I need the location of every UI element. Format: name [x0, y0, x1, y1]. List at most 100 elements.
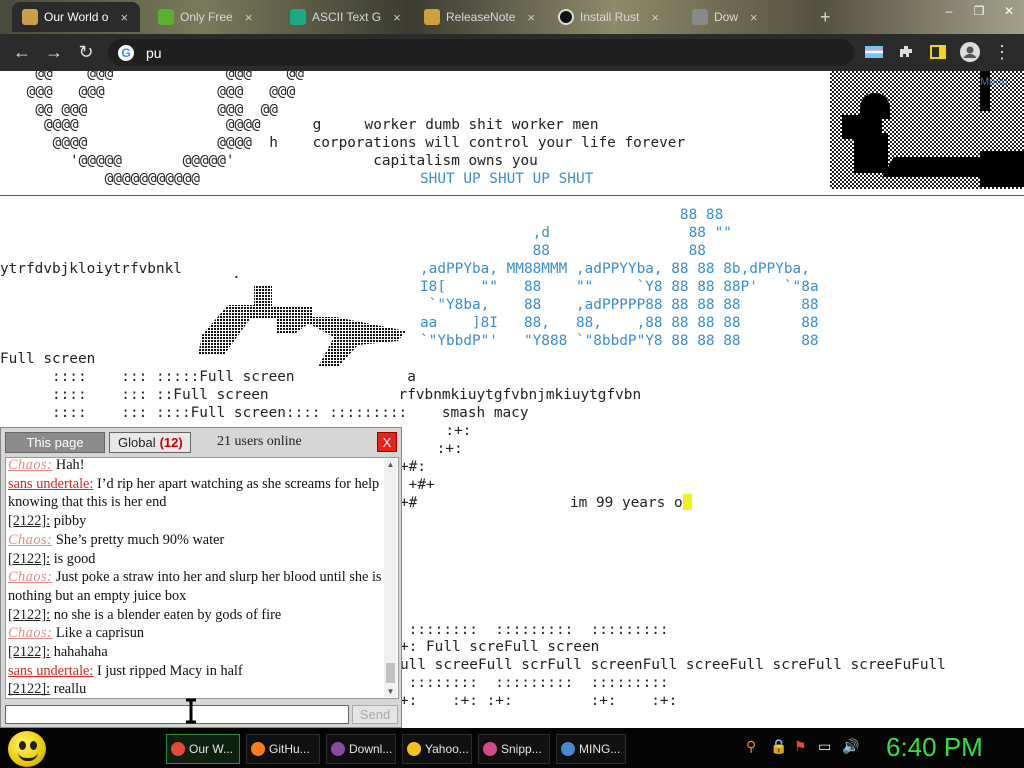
- close-chat-button[interactable]: X: [377, 432, 397, 452]
- scroll-up-icon[interactable]: ▲: [384, 459, 397, 470]
- extensions-puzzle-icon[interactable]: [894, 40, 918, 64]
- tab-title: Our World o: [44, 10, 109, 24]
- close-tab-icon[interactable]: ×: [245, 10, 253, 25]
- message-list[interactable]: Chaos: Hah! sans undertale: I’d rip her a…: [5, 457, 399, 699]
- reading-list-icon[interactable]: [926, 40, 950, 64]
- menu-button[interactable]: Menu: [980, 73, 1008, 91]
- ascii-line: +#: [400, 495, 418, 511]
- ascii-art-line: @@@@ @@@@ h corporations will control yo…: [18, 135, 686, 151]
- start-button-smiley-icon[interactable]: [8, 731, 46, 767]
- maximize-button[interactable]: ❐: [964, 0, 994, 22]
- new-tab-button[interactable]: +: [810, 2, 840, 32]
- close-tab-icon[interactable]: ×: [651, 10, 659, 25]
- network-icon[interactable]: ▭: [818, 738, 831, 755]
- chat-username[interactable]: [2122]: [8, 644, 46, 660]
- chat-message: Chaos: Hah!: [8, 458, 386, 475]
- ascii-line: :::: ::: :::::Full screen a: [0, 369, 416, 385]
- close-tab-icon[interactable]: ×: [750, 10, 758, 25]
- divider: [0, 195, 1024, 196]
- smiley-eye: [19, 741, 26, 750]
- chat-message: sans undertale: I’d rip her apart watchi…: [8, 475, 386, 512]
- chat-message-text: hahahaha: [53, 644, 108, 661]
- taskbar-item[interactable]: MING...: [556, 734, 626, 764]
- chat-message: Chaos: Just poke a straw into her and sl…: [8, 568, 386, 605]
- menu-dots-icon[interactable]: ⋮: [990, 40, 1014, 64]
- tab-title: Dow: [714, 10, 739, 24]
- chat-scrollbar[interactable]: ▲ ▼: [384, 459, 397, 697]
- browser-toolbar: ← → ↻ G pu ⋮: [0, 34, 1024, 71]
- taskbar-item-label: Yahoo...: [425, 742, 469, 756]
- forward-button[interactable]: →: [38, 37, 70, 69]
- username-colon: :: [89, 475, 94, 492]
- ascii-art-line: @@@ @@@ @@@ @@@: [18, 84, 296, 100]
- chat-username[interactable]: Chaos: [8, 532, 47, 548]
- close-tab-icon[interactable]: ×: [527, 10, 535, 25]
- ascii-line: :::::::: ::::::::: :::::::::: [400, 622, 669, 638]
- scrollbar-thumb[interactable]: [386, 663, 395, 683]
- chat-username[interactable]: sans undertale: [8, 663, 89, 679]
- tab-ascii-text[interactable]: ASCII Text G ×: [280, 2, 404, 32]
- chat-message: sans undertale: I just ripped Macy in ha…: [8, 662, 386, 681]
- taskbar-item-label: Downl...: [349, 742, 393, 756]
- close-tab-icon[interactable]: ×: [393, 10, 401, 25]
- username-colon: :: [46, 513, 51, 530]
- taskbar-item[interactable]: Downl...: [326, 734, 396, 764]
- chat-message: [2122]: is good: [8, 550, 386, 569]
- smiley-mouth: [18, 752, 38, 761]
- minimize-button[interactable]: –: [934, 0, 964, 22]
- tab-this-page[interactable]: This page: [5, 431, 105, 453]
- username-colon: :: [47, 531, 53, 548]
- reload-button[interactable]: ↻: [70, 37, 102, 69]
- volume-icon[interactable]: 🔊: [842, 738, 859, 755]
- tab-only-free[interactable]: Only Free ×: [148, 2, 268, 32]
- close-window-button[interactable]: ✕: [994, 0, 1024, 22]
- tab-our-world[interactable]: Our World o ×: [12, 2, 140, 32]
- grammarly-icon: [290, 9, 306, 25]
- chat-message: [2122]: pibby: [8, 512, 386, 531]
- tab-download[interactable]: Dow ×: [682, 2, 802, 32]
- ascii-line: +: :+: :+: :+: :+:: [400, 693, 678, 709]
- chat-username[interactable]: [2122]: [8, 607, 46, 623]
- search-icon[interactable]: ⚲: [746, 738, 756, 755]
- address-bar-text: pu: [146, 44, 162, 61]
- chat-username[interactable]: Chaos: [8, 625, 47, 641]
- taskbar-item[interactable]: Snipp...: [478, 734, 550, 764]
- chat-username[interactable]: Chaos: [8, 458, 47, 473]
- typed-text-value: im 99 years o: [570, 495, 683, 511]
- chat-username[interactable]: sans undertale: [8, 476, 89, 492]
- chat-message: [2122]: reallu: [8, 680, 386, 698]
- taskbar-item[interactable]: GitHu...: [246, 734, 320, 764]
- username-colon: :: [47, 625, 53, 642]
- close-tab-icon[interactable]: ×: [120, 10, 128, 25]
- art-blob: [980, 151, 1024, 187]
- scroll-down-icon[interactable]: ▼: [384, 686, 397, 697]
- back-button[interactable]: ←: [6, 37, 38, 69]
- chat-message-input[interactable]: [5, 705, 349, 724]
- clock[interactable]: 6:40 PM: [886, 732, 983, 763]
- chat-username[interactable]: [2122]: [8, 513, 46, 529]
- download-icon: [158, 9, 174, 25]
- address-bar[interactable]: G pu: [108, 39, 854, 66]
- send-button[interactable]: Send: [352, 705, 398, 724]
- chat-message-text: Like a caprisun: [55, 625, 145, 642]
- dotted-ascii-figure: [198, 285, 406, 367]
- chat-username[interactable]: [2122]: [8, 681, 46, 697]
- ascii-line: +#:: [400, 459, 426, 475]
- taskbar-item[interactable]: Yahoo...: [402, 734, 472, 764]
- chat-username[interactable]: Chaos: [8, 569, 47, 585]
- chat-message: Chaos: Like a caprisun: [8, 624, 386, 643]
- app-icon: [407, 742, 421, 756]
- flag-extension-icon[interactable]: [862, 40, 886, 64]
- typed-text[interactable]: im 99 years o: [570, 494, 692, 512]
- taskbar-item[interactable]: Our W...: [166, 734, 240, 764]
- flag-icon[interactable]: ⚑: [794, 738, 807, 755]
- favicon-icon: [424, 9, 440, 25]
- tab-global[interactable]: Global (12): [109, 431, 191, 453]
- profile-avatar-icon[interactable]: [958, 40, 982, 64]
- tab-release-note[interactable]: ReleaseNote ×: [414, 2, 540, 32]
- chat-username[interactable]: [2122]: [8, 551, 46, 567]
- tab-install-rust[interactable]: Install Rust ×: [548, 2, 674, 32]
- username-colon: :: [46, 681, 51, 698]
- lock-icon[interactable]: 🔒: [770, 738, 787, 755]
- chat-header: This page Global (12) 21 users online X: [1, 428, 401, 456]
